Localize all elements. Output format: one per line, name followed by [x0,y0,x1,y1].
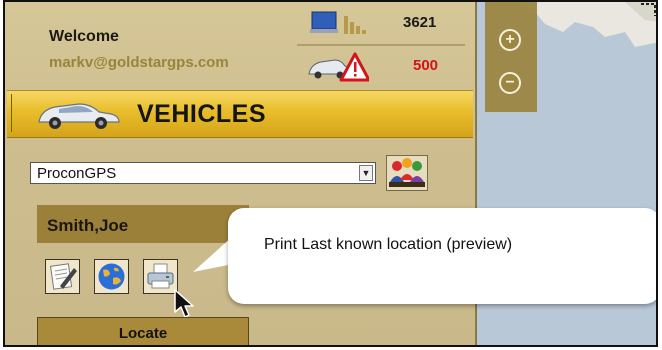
locate-button[interactable]: Locate [37,317,249,345]
zoom-in-button[interactable]: + [499,29,521,51]
zoom-in-icon: + [505,31,515,48]
tooltip: Print Last known location (preview) [228,208,656,304]
vehicle-group-button[interactable] [386,155,428,191]
vehicle-count: 3621 [403,14,437,31]
group-select-value: ProconGPS [37,165,117,182]
app-frame: + − Welcome markv@goldstargps.com 3621 5… [3,0,658,347]
globe-locate-button[interactable] [94,259,129,294]
vehicle-car-icon [38,103,120,129]
locate-button-label: Locate [118,325,168,342]
laptop-stats-icon [310,11,366,34]
edit-notes-button[interactable] [45,259,80,294]
alert-count: 500 [413,57,439,74]
globe-icon [98,263,125,290]
group-select[interactable]: ProconGPS ▼ [30,162,376,184]
tooltip-text: Print Last known location (preview) [264,236,513,253]
map-zoom-controls [485,2,537,112]
driver-name: Smith,Joe [47,216,129,235]
mouse-cursor-icon [174,289,194,318]
welcome-title: Welcome [49,28,119,45]
car-alert-icon [308,52,369,82]
bar-divider [11,94,12,132]
zoom-out-icon: − [505,74,515,91]
notepad-pen-icon [49,263,77,290]
header-divider [297,44,465,46]
people-group-icon [389,158,425,187]
zoom-out-button[interactable]: − [499,72,521,94]
user-email: markv@goldstargps.com [49,54,229,71]
chevron-down-icon[interactable]: ▼ [359,165,373,181]
section-title: VEHICLES [137,100,267,128]
